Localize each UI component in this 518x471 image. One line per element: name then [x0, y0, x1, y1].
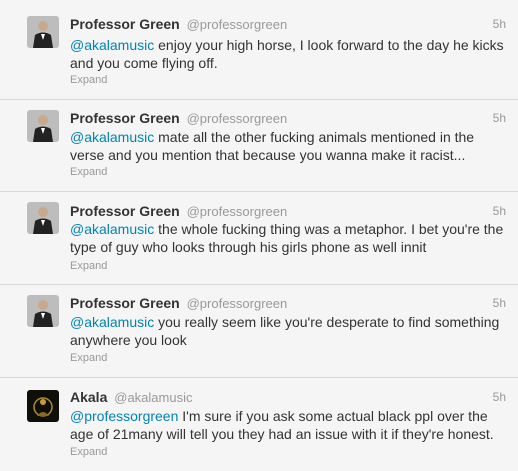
mention-link[interactable]: @akalamusic [70, 314, 154, 330]
tweet-text: @akalamusic enjoy your high horse, I loo… [70, 36, 506, 72]
user-handle[interactable]: @professorgreen [187, 17, 288, 32]
tweet-item[interactable]: Akala @akalamusic 5h @professorgreen I'm… [0, 378, 518, 471]
tweet-timestamp[interactable]: 5h [493, 294, 506, 312]
user-handle[interactable]: @akalamusic [114, 390, 192, 405]
tweet-header: Professor Green @professorgreen 5h [70, 294, 506, 312]
tweet-item[interactable]: Professor Green @professorgreen 5h @akal… [0, 285, 518, 378]
expand-link[interactable]: Expand [70, 351, 107, 365]
tweet-item[interactable]: Professor Green @professorgreen 5h @akal… [0, 0, 518, 100]
user-handle[interactable]: @professorgreen [187, 296, 288, 311]
mention-link[interactable]: @akalamusic [70, 37, 154, 53]
tweet-text: @akalamusic the whole fucking thing was … [70, 220, 506, 256]
user-fullname[interactable]: Professor Green [70, 203, 180, 219]
user-fullname[interactable]: Professor Green [70, 110, 180, 126]
mention-link[interactable]: @akalamusic [70, 129, 154, 145]
user-handle[interactable]: @professorgreen [187, 111, 288, 126]
tweet-timestamp[interactable]: 5h [493, 109, 506, 127]
tweet-header: Professor Green @professorgreen 5h [70, 202, 506, 220]
user-fullname[interactable]: Professor Green [70, 295, 180, 311]
user-fullname[interactable]: Akala [70, 389, 107, 405]
avatar[interactable] [27, 390, 59, 422]
tweet-timestamp[interactable]: 5h [493, 202, 506, 220]
avatar[interactable] [27, 295, 59, 327]
tweet-item[interactable]: Professor Green @professorgreen 5h @akal… [0, 100, 518, 192]
user-fullname[interactable]: Professor Green [70, 16, 180, 32]
tweet-text: @akalamusic you really seem like you're … [70, 313, 506, 349]
expand-link[interactable]: Expand [70, 165, 107, 179]
mention-link[interactable]: @akalamusic [70, 221, 154, 237]
tweet-header: Professor Green @professorgreen 5h [70, 15, 506, 33]
avatar[interactable] [27, 110, 59, 142]
tweet-text: @akalamusic mate all the other fucking a… [70, 128, 506, 164]
tweet-timeline: Professor Green @professorgreen 5h @akal… [0, 0, 518, 471]
avatar[interactable] [27, 16, 59, 48]
expand-link[interactable]: Expand [70, 73, 107, 87]
user-handle[interactable]: @professorgreen [187, 204, 288, 219]
expand-link[interactable]: Expand [70, 445, 107, 459]
avatar[interactable] [27, 202, 59, 234]
tweet-timestamp[interactable]: 5h [493, 388, 506, 406]
expand-link[interactable]: Expand [70, 259, 107, 273]
mention-link[interactable]: @professorgreen [70, 408, 178, 424]
tweet-timestamp[interactable]: 5h [493, 15, 506, 33]
tweet-header: Professor Green @professorgreen 5h [70, 109, 506, 127]
tweet-header: Akala @akalamusic 5h [70, 388, 506, 406]
tweet-item[interactable]: Professor Green @professorgreen 5h @akal… [0, 192, 518, 285]
tweet-text: @professorgreen I'm sure if you ask some… [70, 407, 506, 443]
